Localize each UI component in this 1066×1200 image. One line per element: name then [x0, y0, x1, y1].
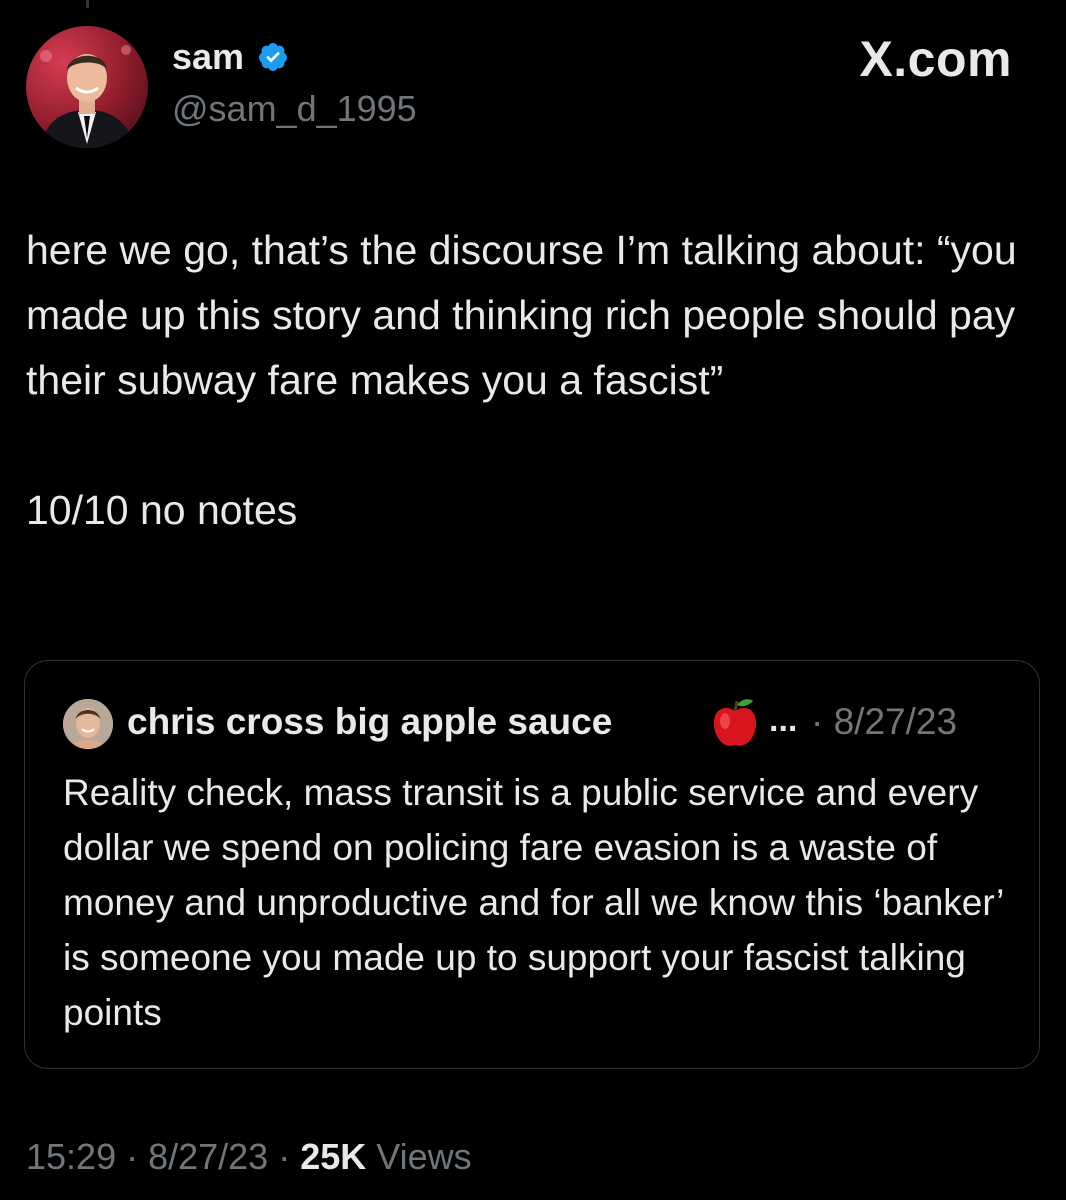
views-count[interactable]: 25K: [300, 1136, 366, 1177]
tweet-timestamp[interactable]: 15:29 · 8/27/23 ·: [26, 1136, 300, 1177]
thread-connector-line: [86, 0, 89, 8]
truncated-name-ellipsis: ...: [769, 701, 798, 739]
quoted-tweet-date[interactable]: · 8/27/23: [811, 701, 957, 743]
red-apple-icon: [713, 699, 757, 746]
verified-badge-icon: [258, 43, 287, 71]
tweet-header: sam @sam_d_1995 X.com: [26, 26, 1036, 148]
quoted-author-name[interactable]: chris cross big apple sauce: [127, 701, 612, 743]
views-label: Views: [366, 1136, 472, 1177]
quoted-tweet-header: chris cross big apple sauce ... · 8/27/2…: [63, 697, 1023, 753]
quoted-tweet-body: Reality check, mass transit is a public …: [63, 772, 1003, 1033]
author-avatar[interactable]: [26, 26, 148, 148]
author-display-name[interactable]: sam: [172, 36, 244, 78]
tweet-body: here we go, that’s the discourse I’m tal…: [26, 227, 1017, 533]
quoted-author-avatar[interactable]: [63, 699, 113, 749]
author-names: sam @sam_d_1995: [172, 36, 417, 130]
quoted-tweet-card[interactable]: chris cross big apple sauce ... · 8/27/2…: [24, 660, 1040, 1069]
tweet-meta-footer: 15:29 · 8/27/23 · 25K Views: [26, 1136, 472, 1178]
author-handle[interactable]: @sam_d_1995: [172, 88, 417, 130]
brand-wordmark: X.com: [859, 31, 1012, 87]
